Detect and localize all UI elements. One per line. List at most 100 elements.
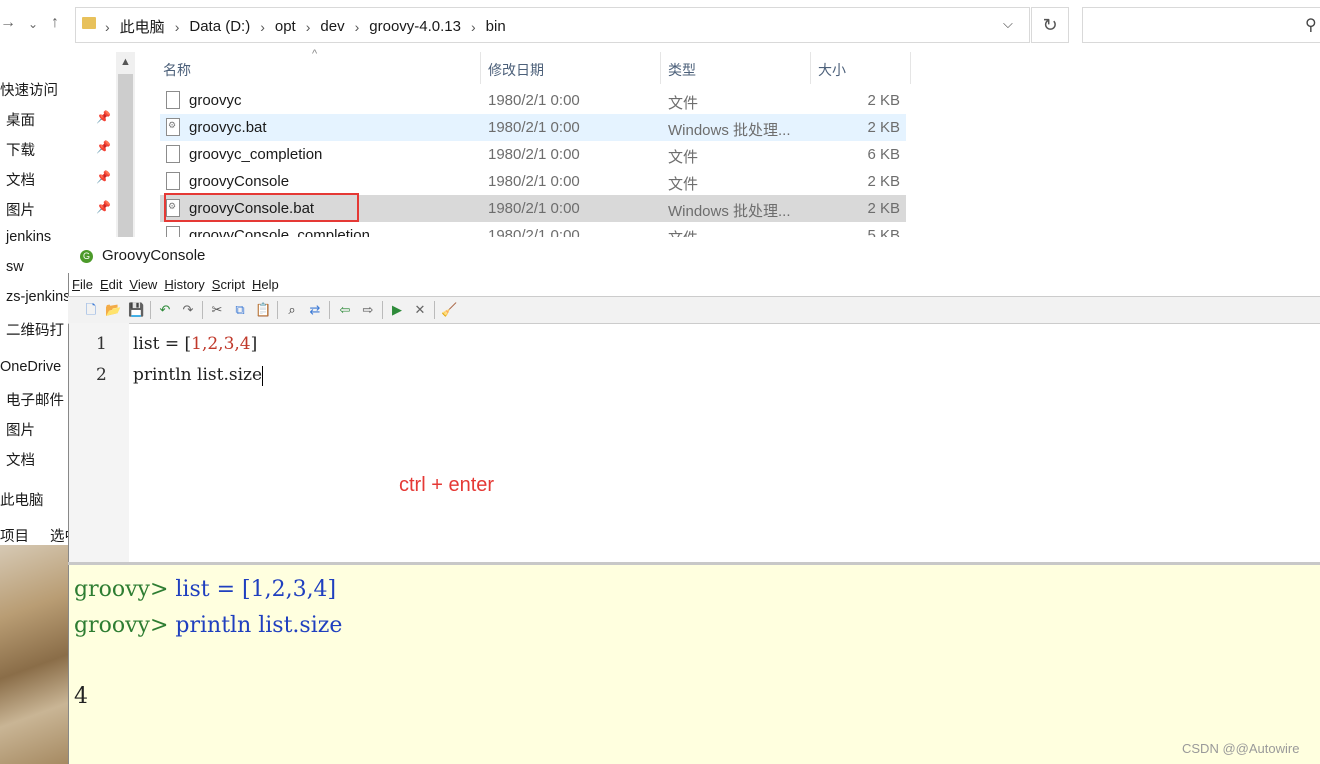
file-date: 1980/2/1 0:00 xyxy=(488,146,580,163)
watermark: CSDN @@Autowire xyxy=(1182,741,1300,756)
toolbar-separator xyxy=(150,301,151,319)
refresh-button[interactable]: ↻ xyxy=(1031,7,1069,43)
output-line: groovy> println list.size xyxy=(74,613,343,638)
replace-icon[interactable]: ⇄ xyxy=(307,303,323,317)
file-name: groovyc xyxy=(189,92,242,109)
find-icon[interactable]: ⌕ xyxy=(284,303,300,317)
window-title: GroovyConsole xyxy=(102,247,206,264)
highlight-box xyxy=(164,193,359,222)
status-item-count: 项目 xyxy=(0,529,29,545)
new-file-icon[interactable]: 🗋 xyxy=(83,303,99,317)
search-input[interactable] xyxy=(1082,7,1320,43)
file-size: 6 KB xyxy=(867,146,900,163)
breadcrumb-this-pc[interactable]: 此电脑 xyxy=(120,16,165,37)
menu-edit[interactable]: Edit xyxy=(100,277,122,292)
line-number: 2 xyxy=(96,365,107,385)
nav-email[interactable]: 电子邮件 xyxy=(6,389,64,410)
file-size: 2 KB xyxy=(867,119,900,136)
pin-icon: 📌 xyxy=(96,110,111,124)
forward-arrow-icon[interactable]: → xyxy=(0,14,16,32)
nav-zs-jenkins[interactable]: zs-jenkins xyxy=(6,289,70,305)
file-size: 2 KB xyxy=(867,92,900,109)
undo-icon[interactable]: ↶ xyxy=(157,303,173,317)
address-dropdown-chevron-icon[interactable]: ⌵ xyxy=(1003,16,1013,32)
toolbar-separator xyxy=(277,301,278,319)
title-bar[interactable] xyxy=(68,237,1320,273)
file-date: 1980/2/1 0:00 xyxy=(488,173,580,190)
breadcrumb-groovy[interactable]: groovy-4.0.13 xyxy=(369,18,461,35)
pin-icon: 📌 xyxy=(96,140,111,154)
nav-documents[interactable]: 文档 xyxy=(6,169,35,190)
copy-icon[interactable]: ⧉ xyxy=(232,303,248,317)
recent-locations-chevron-icon[interactable]: ⌄ xyxy=(28,17,38,31)
file-name: groovyConsole xyxy=(189,173,290,190)
menu-view[interactable]: View xyxy=(129,277,157,292)
menu-help[interactable]: Help xyxy=(252,277,279,292)
file-size: 2 KB xyxy=(867,173,900,190)
code-line[interactable]: list = [1,2,3,4] xyxy=(133,334,257,354)
file-icon xyxy=(166,91,180,109)
menu-script[interactable]: Script xyxy=(212,277,245,292)
search-icon[interactable]: ⚲ xyxy=(1305,15,1317,35)
desktop-wallpaper xyxy=(0,545,68,764)
breadcrumb: › 此电脑 › Data (D:) › opt › dev › groovy-4… xyxy=(105,16,506,37)
file-type: 文件 xyxy=(668,176,699,193)
breadcrumb-data-drive[interactable]: Data (D:) xyxy=(189,18,250,35)
refresh-icon: ↻ xyxy=(1042,15,1058,35)
nav-documents-2[interactable]: 文档 xyxy=(6,449,35,470)
code-line[interactable]: println list.size xyxy=(133,365,264,386)
file-type: 文件 xyxy=(668,149,699,166)
breadcrumb-dev[interactable]: dev xyxy=(320,18,344,35)
interrupt-icon[interactable]: ✕ xyxy=(412,303,428,317)
history-next-icon[interactable]: ⇨ xyxy=(360,303,376,317)
file-date: 1980/2/1 0:00 xyxy=(488,200,580,217)
up-arrow-icon[interactable]: ↑ xyxy=(51,14,59,32)
folder-icon xyxy=(82,17,96,29)
redo-icon[interactable]: ↷ xyxy=(180,303,196,317)
file-name: groovyc_completion xyxy=(189,146,323,163)
cut-icon[interactable]: ✂ xyxy=(209,303,225,317)
history-previous-icon[interactable]: ⇦ xyxy=(337,303,353,317)
column-divider[interactable] xyxy=(660,52,661,84)
file-row[interactable]: groovyc 1980/2/1 0:00 文件 2 KB xyxy=(160,87,906,114)
toolbar-separator xyxy=(382,301,383,319)
scrollbar-thumb[interactable] xyxy=(118,74,133,244)
nav-sw[interactable]: sw xyxy=(6,259,24,275)
open-folder-icon[interactable]: 📂 xyxy=(105,303,121,317)
nav-pictures-2[interactable]: 图片 xyxy=(6,419,35,440)
run-script-icon[interactable]: ▶ xyxy=(389,303,405,317)
column-divider[interactable] xyxy=(480,52,481,84)
nav-qrcode[interactable]: 二维码打 xyxy=(6,319,64,340)
menu-file[interactable]: File xyxy=(72,277,93,292)
shortcut-annotation: ctrl + enter xyxy=(399,474,495,496)
paste-icon[interactable]: 📋 xyxy=(255,303,271,317)
nav-downloads[interactable]: 下载 xyxy=(6,139,35,160)
column-divider[interactable] xyxy=(810,52,811,84)
nav-desktop[interactable]: 桌面 xyxy=(6,109,35,130)
file-type: Windows 批处理... xyxy=(668,203,791,220)
breadcrumb-bin[interactable]: bin xyxy=(486,18,506,35)
save-icon[interactable]: 💾 xyxy=(128,303,144,317)
menu-history[interactable]: History xyxy=(164,277,204,292)
file-date: 1980/2/1 0:00 xyxy=(488,119,580,136)
scroll-up-icon[interactable]: ▲ xyxy=(116,52,135,72)
file-row[interactable]: groovyc_completion 1980/2/1 0:00 文件 6 KB xyxy=(160,141,906,168)
nav-onedrive[interactable]: OneDrive xyxy=(0,359,61,375)
groovy-logo-icon: G xyxy=(80,250,93,263)
batch-file-icon xyxy=(166,118,180,136)
nav-pictures[interactable]: 图片 xyxy=(6,199,35,220)
text-caret xyxy=(262,365,264,386)
clear-output-broom-icon[interactable]: 🧹 xyxy=(441,303,457,317)
pin-icon: 📌 xyxy=(96,170,111,184)
output-result: 4 xyxy=(74,684,88,709)
nav-quick-access[interactable]: 快速访问 xyxy=(0,79,58,100)
nav-this-pc[interactable]: 此电脑 xyxy=(0,489,44,510)
output-line: groovy> list = [1,2,3,4] xyxy=(74,577,337,602)
file-name: groovyc.bat xyxy=(189,119,267,136)
toolbar-separator xyxy=(202,301,203,319)
breadcrumb-opt[interactable]: opt xyxy=(275,18,296,35)
file-row[interactable]: groovyConsole 1980/2/1 0:00 文件 2 KB xyxy=(160,168,906,195)
nav-jenkins[interactable]: jenkins xyxy=(6,229,51,245)
column-divider[interactable] xyxy=(910,52,911,84)
file-row[interactable]: groovyc.bat 1980/2/1 0:00 Windows 批处理...… xyxy=(160,114,906,141)
